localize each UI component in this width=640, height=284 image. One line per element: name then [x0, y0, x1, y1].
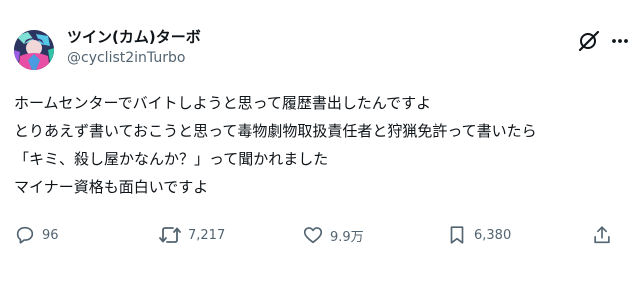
- post-line: とりあえず書いておこうと思って毒物劇物取扱責任者と狩猟免許って書いたら: [14, 122, 537, 140]
- more-button[interactable]: [609, 28, 631, 54]
- avatar-illustration: [14, 30, 54, 70]
- heart-icon: [303, 227, 323, 244]
- bookmark-count: 6,380: [474, 227, 512, 243]
- repost-icon: [159, 227, 181, 243]
- reply-count: 96: [42, 227, 59, 243]
- share-icon: [594, 226, 610, 244]
- author-handle[interactable]: @cyclist2inTurbo: [67, 50, 185, 66]
- more-dots-icon: [612, 39, 628, 43]
- grok-icon: [578, 30, 600, 52]
- post-line: 「キミ、殺し屋かなんか？」って聞かれました: [14, 150, 329, 168]
- reply-button[interactable]: 96: [14, 222, 59, 248]
- like-button[interactable]: 9.9万: [302, 222, 364, 248]
- bookmark-button[interactable]: 6,380: [446, 222, 511, 248]
- grok-button[interactable]: [576, 28, 602, 54]
- post-line: ホームセンターでバイトしようと思って履歴書出したんですよ: [14, 94, 432, 112]
- action-bar: 96 7,217 9.9万 6,380: [0, 222, 640, 248]
- post-line: マイナー資格も面白いですよ: [14, 178, 209, 196]
- post-body: ホームセンターでバイトしようと思って履歴書出したんですよ とりあえず書いておこう…: [14, 89, 629, 201]
- avatar[interactable]: [14, 30, 54, 70]
- repost-button[interactable]: 7,217: [158, 222, 225, 248]
- repost-count: 7,217: [188, 227, 226, 243]
- bookmark-icon: [450, 226, 464, 244]
- reply-icon: [16, 226, 34, 244]
- author-name[interactable]: ツイン(カム)ターボ: [67, 26, 201, 47]
- share-button[interactable]: [591, 222, 613, 248]
- like-count: 9.9万: [330, 229, 364, 245]
